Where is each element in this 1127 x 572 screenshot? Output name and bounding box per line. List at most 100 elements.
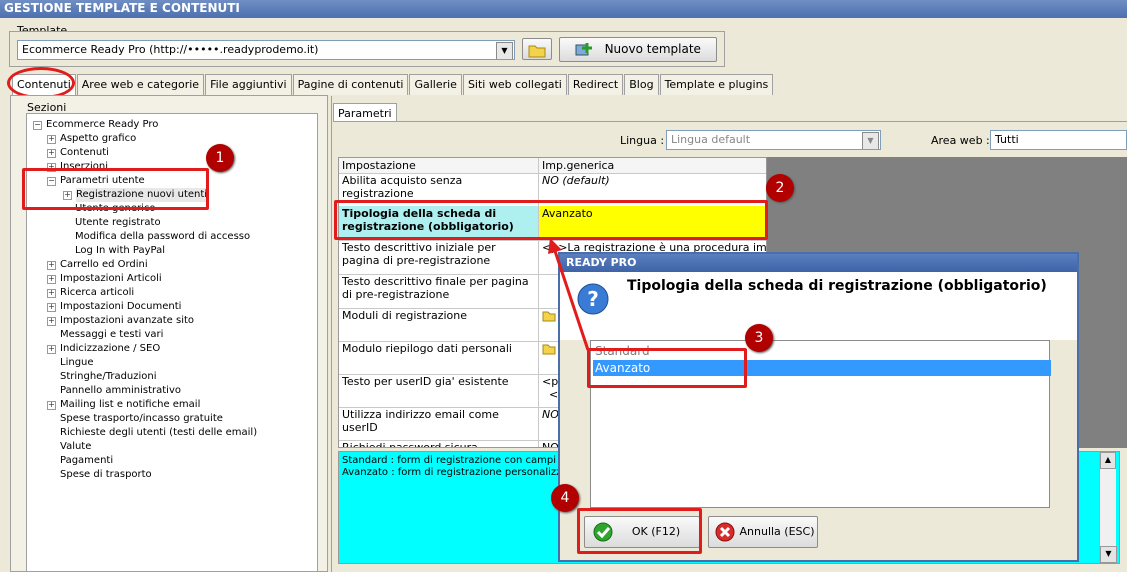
column-header-value: Imp.generica bbox=[542, 159, 615, 172]
annotation-badge: 1 bbox=[206, 144, 234, 172]
expand-icon[interactable]: + bbox=[47, 149, 56, 158]
tab-aree-web[interactable]: Aree web e categorie bbox=[76, 74, 205, 95]
setting-name: Richiedi password sicura bbox=[339, 440, 539, 447]
expand-icon[interactable]: + bbox=[47, 401, 56, 410]
tree-node[interactable]: + Mailing list e notifiche email bbox=[27, 398, 317, 412]
tree-node-label: Aspetto grafico bbox=[60, 133, 137, 144]
annotation-badge: 2 bbox=[766, 174, 794, 202]
lingua-select-value: Lingua default bbox=[671, 133, 751, 146]
main-tabs: Contenuti Aree web e categorie File aggiun… bbox=[12, 74, 774, 95]
tree-node-label: Stringhe/Traduzioni bbox=[60, 371, 157, 382]
tree-node[interactable]: + Carrello ed Ordini bbox=[27, 258, 317, 272]
tree-node-label: Impostazioni avanzate sito bbox=[60, 315, 195, 326]
chevron-down-icon[interactable]: ▼ bbox=[496, 42, 513, 59]
chevron-down-icon[interactable]: ▼ bbox=[862, 132, 879, 149]
tree-node[interactable]: + Indicizzazione / SEO bbox=[27, 342, 317, 356]
annotation-box-1 bbox=[22, 168, 209, 210]
annotation-arrow bbox=[548, 238, 590, 351]
setting-name: Testo per userID gia' esistente bbox=[339, 374, 539, 407]
tree-node-label: Lingue bbox=[60, 357, 94, 368]
area-web-select-value: Tutti bbox=[995, 133, 1019, 146]
area-web-label: Area web : bbox=[931, 134, 990, 147]
tree-node[interactable]: + Aspetto grafico bbox=[27, 132, 317, 146]
tree-node[interactable]: Modifica della password di accesso bbox=[27, 230, 317, 244]
annotation-box-4 bbox=[577, 508, 702, 554]
expand-icon[interactable]: + bbox=[47, 289, 56, 298]
collapse-icon[interactable]: − bbox=[33, 121, 42, 130]
tab-divider bbox=[333, 121, 1127, 122]
tree-node[interactable]: Messaggi e testi vari bbox=[27, 328, 317, 342]
cancel-label: Annulla (ESC) bbox=[739, 525, 815, 538]
annotation-badge: 4 bbox=[551, 484, 579, 512]
expand-icon[interactable]: + bbox=[47, 303, 56, 312]
expand-icon[interactable]: + bbox=[47, 275, 56, 284]
setting-name: Testo descrittivo finale per pagina di p… bbox=[339, 274, 539, 308]
tree-node[interactable]: − Ecommerce Ready Pro bbox=[27, 118, 317, 132]
tab-pagine-contenuti[interactable]: Pagine di contenuti bbox=[292, 74, 409, 95]
tab-gallerie[interactable]: Gallerie bbox=[409, 74, 462, 95]
tree-node[interactable]: + Impostazioni Articoli bbox=[27, 272, 317, 286]
tab-file-aggiuntivi[interactable]: File aggiuntivi bbox=[205, 74, 292, 95]
template-select[interactable]: Ecommerce Ready Pro (http://•••••.readyp… bbox=[17, 40, 515, 60]
tab-blog[interactable]: Blog bbox=[624, 74, 659, 95]
tree-node-label: Spese di trasporto bbox=[60, 469, 152, 480]
tree-node-label: Spese trasporto/incasso gratuite bbox=[60, 413, 223, 424]
tree-node-label: Ecommerce Ready Pro bbox=[46, 119, 159, 130]
tree-node-label: Indicizzazione / SEO bbox=[60, 343, 161, 354]
annotation-badge: 3 bbox=[745, 324, 773, 352]
expand-icon[interactable]: + bbox=[47, 261, 56, 270]
expand-icon[interactable]: + bbox=[47, 317, 56, 326]
tree-node[interactable]: + Impostazioni Documenti bbox=[27, 300, 317, 314]
tree-node-label: Utente registrato bbox=[75, 217, 161, 228]
tree-node[interactable]: Stringhe/Traduzioni bbox=[27, 370, 317, 384]
new-template-button[interactable]: Nuovo template bbox=[559, 37, 717, 62]
tree-node-label: Log In with PayPal bbox=[75, 245, 166, 256]
tree-node-label: Impostazioni Articoli bbox=[60, 273, 162, 284]
cancel-button[interactable]: Annulla (ESC) bbox=[708, 516, 818, 548]
setting-name: Testo descrittivo iniziale per pagina di… bbox=[339, 240, 539, 274]
folder-icon bbox=[528, 45, 546, 58]
area-web-select[interactable]: Tutti bbox=[990, 130, 1127, 150]
tree-node[interactable]: Spese trasporto/incasso gratuite bbox=[27, 412, 317, 426]
tree-node[interactable]: + Impostazioni avanzate sito bbox=[27, 314, 317, 328]
tree-node-label: Pannello amministrativo bbox=[60, 385, 182, 396]
tree-node[interactable]: Utente registrato bbox=[27, 216, 317, 230]
setting-name: Modulo riepilogo dati personali bbox=[339, 341, 539, 374]
tree-node[interactable]: Valute bbox=[27, 440, 317, 454]
tree-node[interactable]: Lingue bbox=[27, 356, 317, 370]
lingua-label: Lingua : bbox=[620, 134, 665, 147]
tree-node-label: Impostazioni Documenti bbox=[60, 301, 182, 312]
expand-icon[interactable]: + bbox=[47, 345, 56, 354]
open-folder-button[interactable] bbox=[522, 38, 552, 60]
tree-node-label: Modifica della password di accesso bbox=[75, 231, 251, 242]
lingua-select[interactable]: Lingua default ▼ bbox=[666, 130, 881, 150]
annotation-box-3 bbox=[587, 348, 747, 388]
description-scrollbar[interactable]: ▲ ▼ bbox=[1099, 452, 1117, 563]
expand-icon[interactable]: + bbox=[47, 135, 56, 144]
tree-node[interactable]: Log In with PayPal bbox=[27, 244, 317, 258]
tree-node[interactable]: + Contenuti bbox=[27, 146, 317, 160]
tree-node-label: Valute bbox=[60, 441, 92, 452]
tab-siti-web[interactable]: Siti web collegati bbox=[462, 74, 567, 95]
tree-node-label: Mailing list e notifiche email bbox=[60, 399, 201, 410]
tree-node[interactable]: Pannello amministrativo bbox=[27, 384, 317, 398]
tree-node[interactable]: Richieste degli utenti (testi delle emai… bbox=[27, 426, 317, 440]
new-template-label: Nuovo template bbox=[604, 42, 701, 56]
new-template-icon bbox=[575, 43, 593, 56]
dialog-title: READY PRO bbox=[560, 254, 1077, 272]
dialog-question: Tipologia della scheda di registrazione … bbox=[627, 278, 1047, 294]
tab-redirect[interactable]: Redirect bbox=[567, 74, 624, 95]
scroll-down-icon[interactable]: ▼ bbox=[1100, 546, 1117, 563]
scroll-up-icon[interactable]: ▲ bbox=[1100, 452, 1116, 469]
tree-node[interactable]: + Ricerca articoli bbox=[27, 286, 317, 300]
tree-node-label: Contenuti bbox=[60, 147, 109, 158]
tree-node[interactable]: Pagamenti bbox=[27, 454, 317, 468]
setting-name: Utilizza indirizzo email come userID bbox=[339, 407, 539, 440]
tree-node-label: Pagamenti bbox=[60, 455, 114, 466]
tree-node-label: Ricerca articoli bbox=[60, 287, 135, 298]
tree-node[interactable]: Spese di trasporto bbox=[27, 468, 317, 482]
tab-template-plugins[interactable]: Template e plugins bbox=[659, 74, 774, 95]
column-header-setting: Impostazione bbox=[339, 158, 539, 173]
tab-parametri[interactable]: Parametri bbox=[333, 103, 397, 121]
window-title: GESTIONE TEMPLATE E CONTENUTI bbox=[0, 0, 1127, 18]
